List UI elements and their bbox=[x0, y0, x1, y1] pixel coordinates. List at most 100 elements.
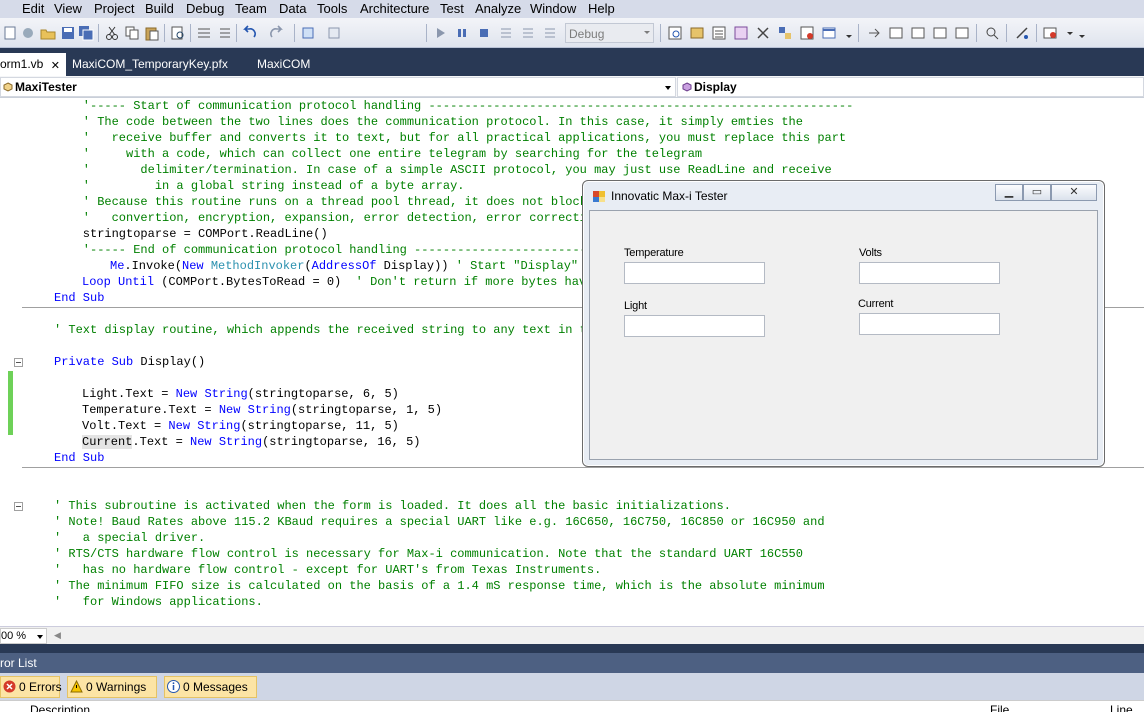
close-icon: ✕ bbox=[1069, 186, 1079, 198]
collapse-region-icon[interactable] bbox=[14, 502, 23, 511]
solution-explorer-icon[interactable] bbox=[689, 25, 705, 41]
toolbar-overflow-icon[interactable] bbox=[841, 25, 852, 41]
record-icon[interactable] bbox=[1042, 25, 1058, 41]
zoom-dropdown[interactable]: 00 % bbox=[0, 628, 47, 644]
navigate-forward-icon[interactable] bbox=[326, 25, 342, 41]
volts-field[interactable] bbox=[859, 262, 1000, 284]
menu-edit[interactable]: Edit bbox=[22, 0, 44, 18]
toolbar-separator bbox=[1036, 24, 1037, 42]
code-comment-line: ' RTS/CTS hardware flow control is neces… bbox=[54, 547, 803, 561]
column-file[interactable]: File bbox=[990, 703, 1009, 712]
open-file-icon[interactable] bbox=[40, 25, 56, 41]
toolbar-separator bbox=[976, 24, 977, 42]
step-out-icon[interactable] bbox=[542, 25, 558, 41]
member-selector-dropdown[interactable]: Display bbox=[677, 77, 1144, 97]
toolbar-separator bbox=[98, 24, 99, 42]
menu-team[interactable]: Team bbox=[235, 0, 267, 18]
error-icon bbox=[3, 680, 16, 693]
redo-icon[interactable] bbox=[268, 25, 284, 41]
navigate-backward-icon[interactable] bbox=[300, 25, 316, 41]
current-field[interactable] bbox=[859, 313, 1000, 335]
undo-icon[interactable] bbox=[242, 25, 258, 41]
menu-analyze[interactable]: Analyze bbox=[475, 0, 521, 18]
uncomment-lines-icon[interactable] bbox=[216, 25, 232, 41]
clear-bookmarks-icon[interactable] bbox=[954, 25, 970, 41]
navigation-bar: MaxiTester Display bbox=[0, 76, 1144, 98]
change-tracking-bar bbox=[8, 371, 13, 435]
menu-test[interactable]: Test bbox=[440, 0, 464, 18]
prev-bookmark-icon[interactable] bbox=[932, 25, 948, 41]
bookmark-icon[interactable] bbox=[888, 25, 904, 41]
find-symbol-icon[interactable] bbox=[667, 25, 683, 41]
menu-view[interactable]: View bbox=[54, 0, 82, 18]
close-button[interactable]: ✕ bbox=[1051, 184, 1097, 201]
toolbar-overflow-icon[interactable] bbox=[1074, 25, 1085, 41]
toolbar-separator bbox=[164, 24, 165, 42]
paste-icon[interactable] bbox=[144, 25, 160, 41]
close-icon[interactable]: ✕ bbox=[51, 57, 60, 76]
new-project-icon[interactable] bbox=[2, 25, 18, 41]
menu-help[interactable]: Help bbox=[588, 0, 615, 18]
tab-label: MaxiCOM_TemporaryKey.pfx bbox=[72, 57, 228, 71]
class-view-icon[interactable] bbox=[777, 25, 793, 41]
tab-form1-vb[interactable]: orm1.vb ✕ bbox=[0, 53, 66, 76]
error-list-filter-bar: 0 Errors 0 Warnings 0 Messages bbox=[0, 673, 1144, 700]
object-browser-icon[interactable] bbox=[733, 25, 749, 41]
properties-icon[interactable] bbox=[711, 25, 727, 41]
chevron-down-icon[interactable] bbox=[1062, 25, 1073, 41]
attach-process-icon[interactable] bbox=[1014, 25, 1030, 41]
solution-configuration-dropdown[interactable]: Debug bbox=[565, 23, 654, 43]
column-description[interactable]: Description bbox=[30, 703, 90, 712]
step-into-icon[interactable] bbox=[498, 25, 514, 41]
messages-filter-button[interactable]: 0 Messages bbox=[164, 676, 257, 698]
toolbar-separator bbox=[858, 24, 859, 42]
class-selector-value: MaxiTester bbox=[15, 80, 77, 94]
go-to-icon[interactable] bbox=[866, 25, 882, 41]
menu-window[interactable]: Window bbox=[530, 0, 576, 18]
copy-icon[interactable] bbox=[124, 25, 140, 41]
comment-lines-icon[interactable] bbox=[196, 25, 212, 41]
toolbox-icon[interactable] bbox=[755, 25, 771, 41]
tab-maxicom[interactable]: MaxiCOM bbox=[257, 53, 327, 76]
menu-project[interactable]: Project bbox=[94, 0, 134, 18]
toolbar-separator bbox=[190, 24, 191, 42]
error-list-header: Description File Line bbox=[0, 700, 1144, 712]
code-line-assign-current: Current.Text = New String(stringtoparse,… bbox=[82, 435, 421, 449]
menu-build[interactable]: Build bbox=[145, 0, 174, 18]
current-label: Current bbox=[858, 298, 894, 310]
light-field[interactable] bbox=[624, 315, 765, 337]
menu-data[interactable]: Data bbox=[279, 0, 306, 18]
warnings-filter-button[interactable]: 0 Warnings bbox=[67, 676, 157, 698]
chevron-down-icon bbox=[37, 635, 43, 639]
break-all-icon[interactable] bbox=[454, 25, 470, 41]
start-debugging-icon[interactable] bbox=[432, 25, 448, 41]
errors-filter-button[interactable]: 0 Errors bbox=[0, 676, 62, 698]
form-client-area: Temperature Volts Light Current bbox=[589, 210, 1098, 460]
step-over-icon[interactable] bbox=[520, 25, 536, 41]
column-line[interactable]: Line bbox=[1110, 703, 1133, 712]
find-in-files-icon[interactable] bbox=[170, 25, 186, 41]
scroll-left-icon[interactable]: ◀ bbox=[54, 630, 61, 641]
editor-margin bbox=[0, 98, 14, 626]
error-list-icon[interactable] bbox=[799, 25, 815, 41]
class-selector-dropdown[interactable]: MaxiTester bbox=[0, 77, 676, 97]
standard-toolbar: Debug bbox=[0, 18, 1144, 48]
menu-debug[interactable]: Debug bbox=[186, 0, 224, 18]
cut-icon[interactable] bbox=[104, 25, 120, 41]
code-line-assign-volt: Volt.Text = New String(stringtoparse, 11… bbox=[82, 419, 399, 433]
tab-maxicom-temporarykey[interactable]: MaxiCOM_TemporaryKey.pfx bbox=[72, 53, 242, 76]
minimize-button[interactable]: ▁ bbox=[995, 184, 1023, 201]
find-icon[interactable] bbox=[984, 25, 1000, 41]
maximize-button[interactable]: ▭ bbox=[1023, 184, 1051, 201]
save-all-icon[interactable] bbox=[78, 25, 94, 41]
temperature-field[interactable] bbox=[624, 262, 765, 284]
menu-tools[interactable]: Tools bbox=[317, 0, 347, 18]
menu-architecture[interactable]: Architecture bbox=[360, 0, 429, 18]
next-bookmark-icon[interactable] bbox=[910, 25, 926, 41]
code-line-end-sub: End Sub bbox=[54, 451, 105, 465]
output-window-icon[interactable] bbox=[821, 25, 837, 41]
add-item-icon[interactable] bbox=[20, 25, 36, 41]
stop-debugging-icon[interactable] bbox=[476, 25, 492, 41]
collapse-region-icon[interactable] bbox=[14, 358, 23, 367]
save-icon[interactable] bbox=[60, 25, 76, 41]
